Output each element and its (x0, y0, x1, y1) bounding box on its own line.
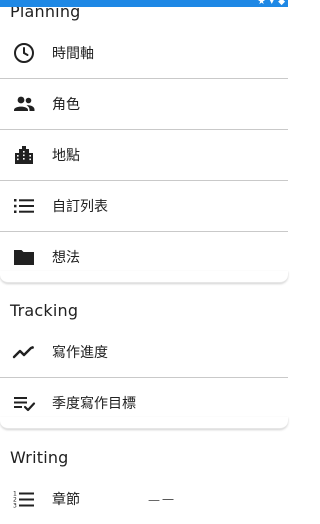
nav-item-label: 季度寫作目標 (52, 396, 136, 412)
nav-item-label: 時間軸 (52, 46, 94, 62)
section-separator (0, 271, 288, 283)
nav-item-label: 章節 (52, 492, 80, 508)
status-icons: ★ ▾ ◆ (257, 0, 285, 7)
nav-item-label: 自訂列表 (52, 199, 108, 215)
section-separator (0, 417, 288, 429)
list-icon (12, 194, 36, 218)
trend-line-icon (12, 340, 36, 364)
section-header-writing: Writing (10, 448, 69, 467)
nav-item-timeline[interactable]: 時間軸 (0, 28, 288, 78)
partial-text: —一 (148, 492, 177, 507)
status-bar: ★ ▾ ◆ (0, 0, 288, 7)
people-icon (12, 92, 36, 116)
section-header-tracking: Tracking (10, 301, 79, 320)
nav-item-label: 寫作進度 (52, 345, 108, 361)
numbered-list-icon: 1 2 3 (12, 487, 36, 511)
signal-icon: ▾ (269, 0, 275, 7)
star-icon: ★ (257, 0, 266, 7)
svg-text:3: 3 (13, 503, 17, 510)
nav-item-characters[interactable]: 角色 (0, 79, 288, 129)
city-icon (12, 143, 36, 167)
checklist-icon (12, 391, 36, 415)
folder-icon (12, 245, 36, 269)
nav-item-chapters[interactable]: 1 2 3 章節 —一 (0, 474, 288, 524)
nav-item-label: 角色 (52, 97, 80, 113)
nav-item-custom-lists[interactable]: 自訂列表 (0, 181, 288, 231)
nav-item-writing-progress[interactable]: 寫作進度 (0, 327, 288, 377)
clock-icon (12, 41, 36, 65)
battery-icon: ◆ (278, 0, 285, 7)
nav-item-locations[interactable]: 地點 (0, 130, 288, 180)
nav-item-label: 地點 (52, 148, 80, 164)
nav-item-label: 想法 (52, 250, 80, 266)
